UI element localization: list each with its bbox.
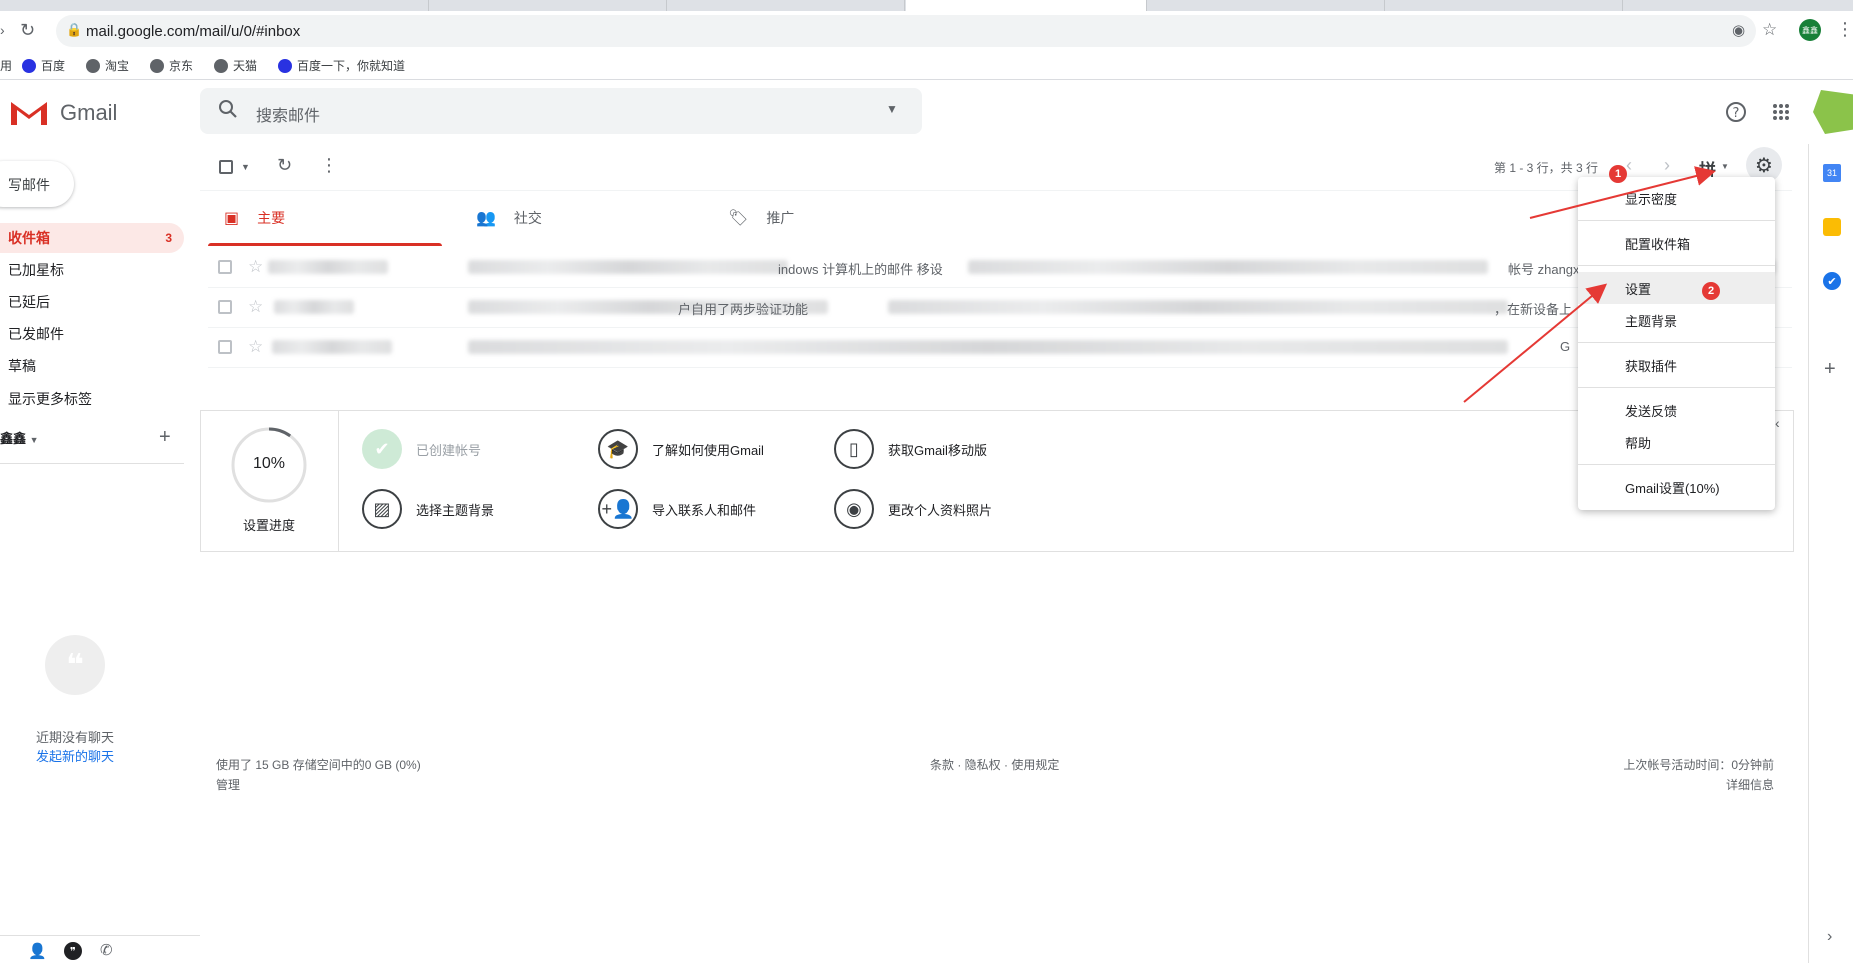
badge-number: 1 — [1614, 168, 1622, 180]
badge-number: 2 — [1707, 285, 1715, 297]
annotation-arrow-2 — [1463, 283, 1608, 403]
annotation-arrows — [1463, 166, 1716, 403]
annotation-badge-2: 2 — [1702, 282, 1720, 300]
annotation-badge-1: 1 — [1609, 165, 1627, 183]
